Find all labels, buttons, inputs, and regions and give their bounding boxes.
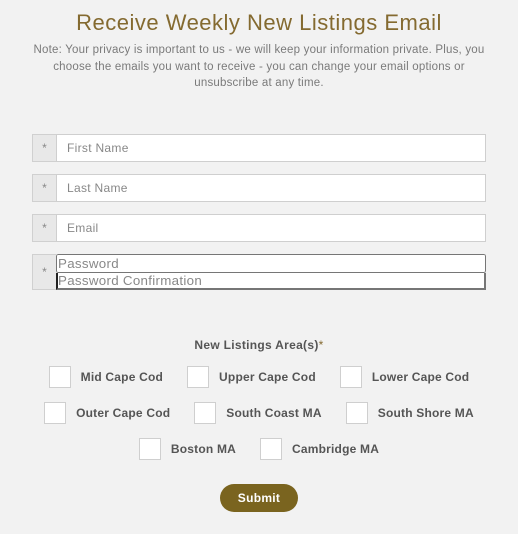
page-title: Receive Weekly New Listings Email bbox=[32, 10, 486, 36]
area-checkbox[interactable] bbox=[346, 402, 368, 424]
email-input[interactable] bbox=[56, 214, 486, 242]
required-marker: * bbox=[32, 174, 56, 202]
area-label: Lower Cape Cod bbox=[372, 370, 469, 384]
required-marker: * bbox=[32, 254, 56, 290]
password-input[interactable] bbox=[56, 254, 486, 273]
last-name-input[interactable] bbox=[56, 174, 486, 202]
area-checkbox[interactable] bbox=[194, 402, 216, 424]
area-option: Cambridge MA bbox=[260, 438, 379, 460]
area-label: South Shore MA bbox=[378, 406, 474, 420]
area-checkbox[interactable] bbox=[187, 366, 209, 388]
area-checkbox[interactable] bbox=[44, 402, 66, 424]
area-label: Cambridge MA bbox=[292, 442, 379, 456]
area-option: South Coast MA bbox=[194, 402, 321, 424]
required-marker: * bbox=[32, 214, 56, 242]
first-name-row: * bbox=[32, 134, 486, 162]
area-option: Upper Cape Cod bbox=[187, 366, 316, 388]
area-option: Mid Cape Cod bbox=[49, 366, 163, 388]
area-label: Mid Cape Cod bbox=[81, 370, 163, 384]
area-label: Upper Cape Cod bbox=[219, 370, 316, 384]
area-checkbox[interactable] bbox=[260, 438, 282, 460]
area-label: Boston MA bbox=[171, 442, 236, 456]
areas-heading: New Listings Area(s)* bbox=[32, 338, 486, 352]
area-label: South Coast MA bbox=[226, 406, 321, 420]
first-name-input[interactable] bbox=[56, 134, 486, 162]
submit-button[interactable]: Submit bbox=[220, 484, 298, 512]
last-name-row: * bbox=[32, 174, 486, 202]
area-option: Boston MA bbox=[139, 438, 236, 460]
area-label: Outer Cape Cod bbox=[76, 406, 170, 420]
privacy-note: Note: Your privacy is important to us - … bbox=[32, 42, 486, 92]
areas-required-marker: * bbox=[319, 338, 324, 352]
area-option: Lower Cape Cod bbox=[340, 366, 469, 388]
area-option: South Shore MA bbox=[346, 402, 474, 424]
password-confirmation-input[interactable] bbox=[56, 273, 486, 290]
area-option: Outer Cape Cod bbox=[44, 402, 170, 424]
areas-heading-text: New Listings Area(s) bbox=[194, 338, 318, 352]
required-marker: * bbox=[32, 134, 56, 162]
email-row: * bbox=[32, 214, 486, 242]
area-checkbox[interactable] bbox=[139, 438, 161, 460]
area-checkbox[interactable] bbox=[340, 366, 362, 388]
area-checkbox[interactable] bbox=[49, 366, 71, 388]
password-row: * bbox=[32, 254, 486, 290]
areas-checkbox-group: Mid Cape Cod Upper Cape Cod Lower Cape C… bbox=[32, 366, 486, 460]
